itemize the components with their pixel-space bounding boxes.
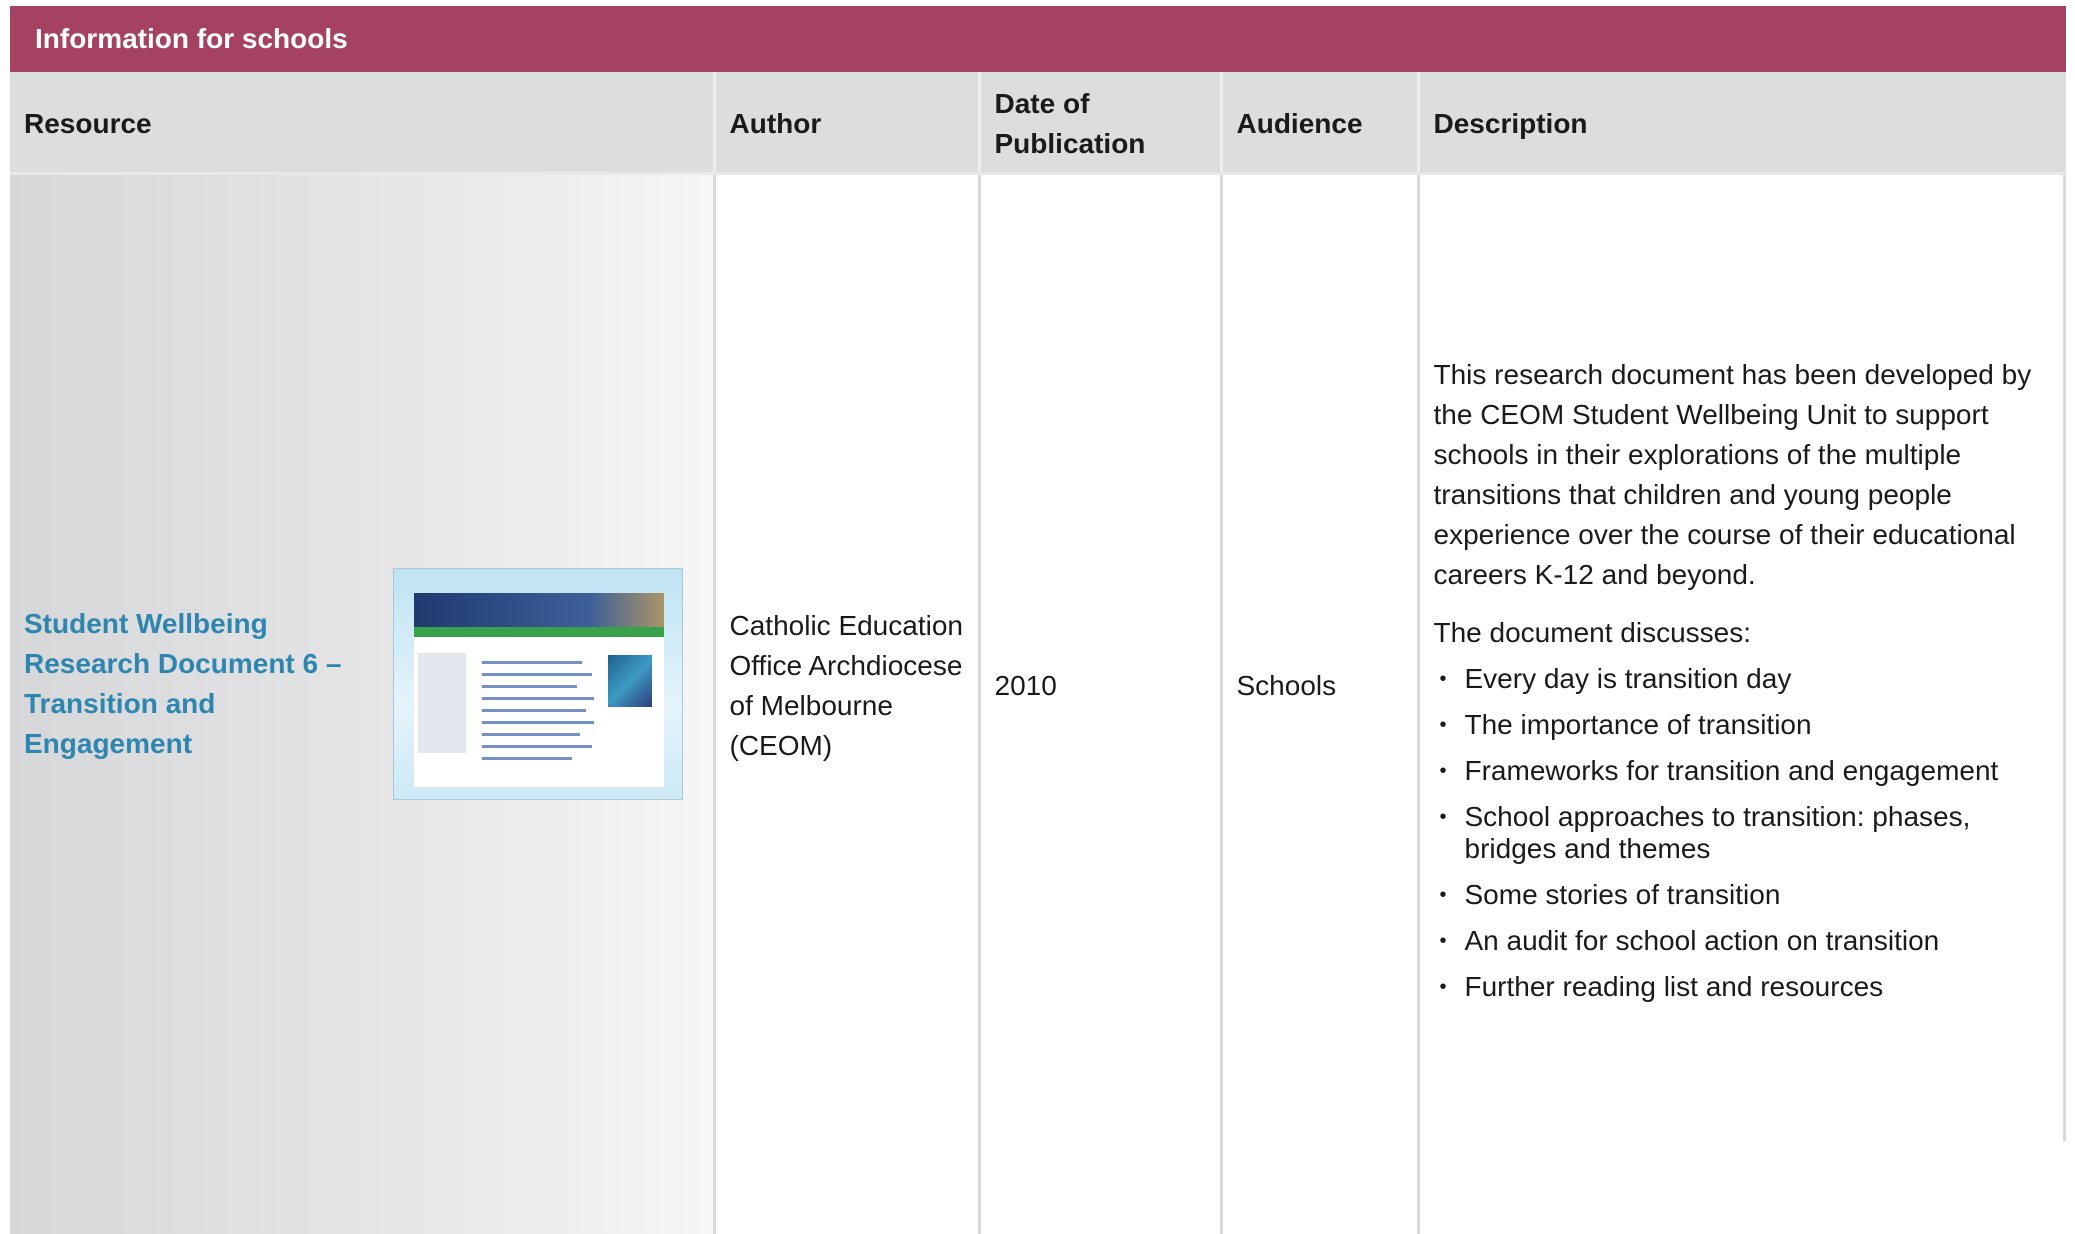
- list-item: Further reading list and resources: [1434, 971, 2059, 1003]
- column-header-audience: Audience: [1219, 72, 1418, 175]
- resource-cell: Student Wellbeing Research Document 6 – …: [10, 173, 714, 1234]
- list-item: Some stories of transition: [1434, 879, 2059, 911]
- audience-cell: Schools: [1219, 173, 1418, 1234]
- publication-date: 2010: [994, 670, 1057, 702]
- list-item: School approaches to transition: phases,…: [1434, 801, 2059, 865]
- author-cell: Catholic Education Office Archdiocese of…: [712, 173, 979, 1234]
- resource-title-link[interactable]: Student Wellbeing Research Document 6 – …: [24, 604, 354, 764]
- audience-text: Schools: [1236, 670, 1337, 702]
- section-title: Information for schools: [10, 6, 2066, 72]
- column-header-resource: Resource: [10, 72, 714, 175]
- description-intro: This research document has been develope…: [1433, 359, 2032, 591]
- table-row: Student Wellbeing Research Document 6 – …: [10, 173, 2066, 1234]
- list-item: Every day is transition day: [1434, 663, 2059, 695]
- list-item: The importance of transition: [1434, 709, 2059, 741]
- description-lead: The document discusses:: [1433, 617, 1752, 649]
- date-cell: 2010: [977, 173, 1221, 1234]
- column-header-description: Description: [1416, 72, 2066, 175]
- resources-table: Resource Author Date of Publication Audi…: [10, 72, 2066, 1234]
- author-text: Catholic Education Office Archdiocese of…: [729, 610, 963, 762]
- column-header-author: Author: [712, 72, 979, 175]
- header-row: Resource Author Date of Publication Audi…: [10, 72, 2066, 175]
- list-item: Frameworks for transition and engagement: [1434, 755, 2059, 787]
- document-cover-thumbnail[interactable]: [392, 568, 683, 801]
- description-list: Every day is transition day The importan…: [1434, 663, 2059, 1003]
- description-cell: This research document has been develope…: [1416, 173, 2066, 1234]
- list-item: An audit for school action on transition: [1434, 925, 2059, 957]
- column-header-date: Date of Publication: [977, 72, 1221, 175]
